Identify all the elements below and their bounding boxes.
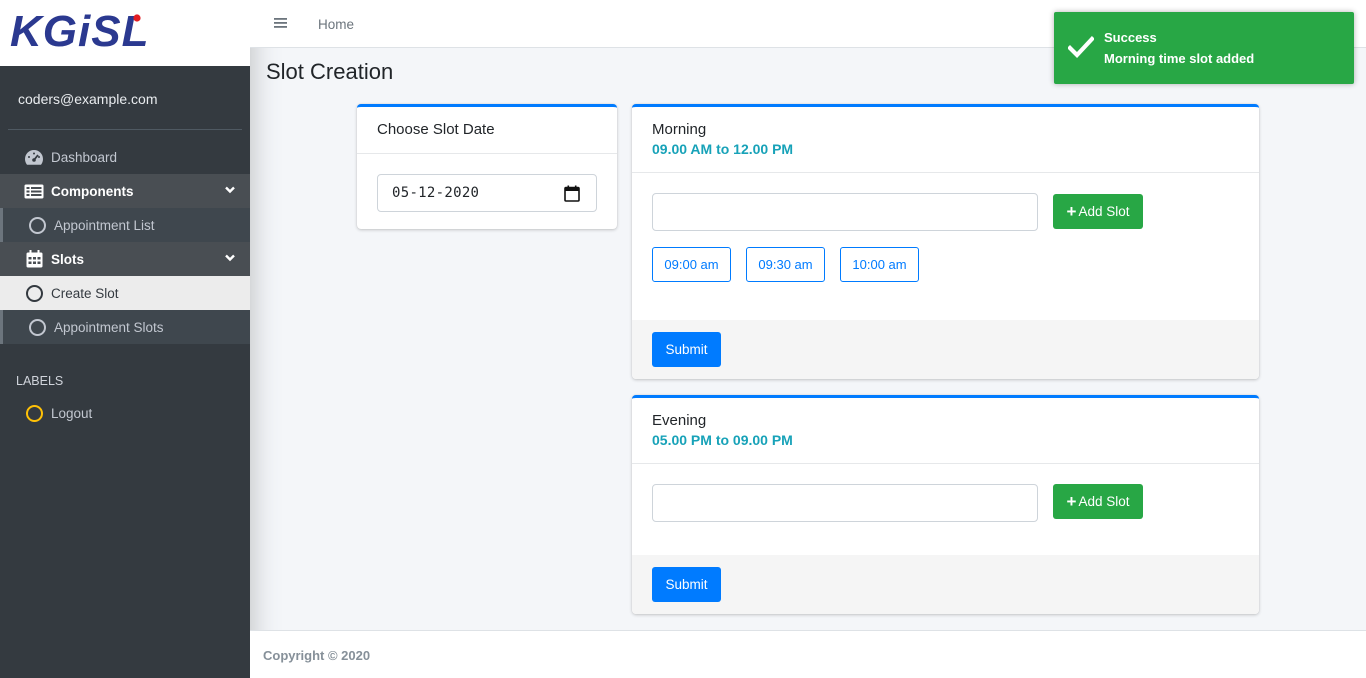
morning-submit-button[interactable]: Submit	[652, 332, 721, 367]
sidebar-item-appointment-list[interactable]: Appointment List	[0, 208, 250, 242]
add-morning-slot-button[interactable]: + Add Slot	[1053, 194, 1143, 229]
morning-slot-input[interactable]	[652, 193, 1038, 231]
evening-slot-input[interactable]	[652, 484, 1038, 522]
time-range: 09.00 AM to 12.00 PM	[652, 141, 794, 157]
sidebar-item-appointment-slots[interactable]: Appointment Slots	[0, 310, 250, 344]
add-slot-label: Add Slot	[1078, 494, 1130, 509]
sidebar-item-label: Appointment List	[54, 217, 155, 233]
sidebar-item-logout[interactable]: Logout	[0, 396, 250, 430]
add-slot-label: Add Slot	[1078, 204, 1130, 219]
sidebar-nav: Dashboard Components Appointment List Sl…	[0, 140, 250, 430]
footer: Copyright © 2020	[250, 630, 1366, 678]
calendar-icon	[24, 249, 44, 269]
sidebar-item-dashboard[interactable]: Dashboard	[0, 140, 250, 174]
card-title: Choose Slot Date	[377, 121, 495, 138]
card-footer: Submit	[632, 320, 1259, 379]
logo-text: KGiSL	[10, 12, 149, 52]
sidebar-item-slots[interactable]: Slots	[0, 242, 250, 276]
page-title: Slot Creation	[266, 59, 394, 84]
toast-message: Morning time slot added	[1104, 51, 1255, 66]
kgisl-logo: KGiSL	[10, 12, 149, 52]
time-slot-chip[interactable]: 09:30 am	[746, 247, 825, 282]
chevron-down-icon	[224, 251, 236, 266]
sidebar-item-label: Appointment Slots	[54, 319, 164, 335]
slot-date-input[interactable]: 05-12-2020	[377, 174, 597, 212]
time-slot-chip[interactable]: 09:00 am	[652, 247, 731, 282]
sidebar-item-create-slot[interactable]: Create Slot	[0, 276, 250, 310]
card-footer: Submit	[632, 555, 1259, 614]
card-header: Choose Slot Date	[357, 107, 617, 154]
sidebar-item-label: Logout	[51, 405, 93, 421]
circle-icon	[27, 215, 47, 235]
sidebar-item-label: Create Slot	[51, 285, 119, 301]
menu-icon[interactable]	[274, 16, 287, 34]
sidebar-item-label: Dashboard	[51, 149, 118, 165]
home-link[interactable]: Home	[318, 17, 354, 32]
user-email[interactable]: coders@example.com	[18, 91, 158, 107]
toast-title: Success	[1104, 30, 1157, 45]
circle-icon	[24, 283, 44, 303]
time-range: 05.00 PM to 09.00 PM	[652, 432, 793, 448]
plus-icon: +	[1066, 492, 1077, 511]
sidebar-item-label: Slots	[51, 251, 85, 267]
date-value: 05-12-2020	[392, 185, 480, 201]
date-card: Choose Slot Date 05-12-2020	[357, 104, 617, 229]
nav-section-header: LABELS	[16, 374, 64, 388]
time-slot-chip[interactable]: 10:00 am	[840, 247, 919, 282]
evening-card: Evening 05.00 PM to 09.00 PM + Add Slot …	[632, 395, 1259, 614]
evening-submit-button[interactable]: Submit	[652, 567, 721, 602]
copyright-text: Copyright © 2020	[263, 648, 371, 663]
sidebar-item-label: Components	[51, 183, 134, 199]
success-toast[interactable]: Success Morning time slot added	[1054, 12, 1354, 84]
dashboard-icon	[24, 147, 44, 167]
card-header: Morning 09.00 AM to 12.00 PM	[632, 107, 1259, 173]
sidebar-item-components[interactable]: Components	[0, 174, 250, 208]
add-evening-slot-button[interactable]: + Add Slot	[1053, 484, 1143, 519]
chevron-down-icon	[224, 183, 236, 198]
plus-icon: +	[1066, 202, 1077, 221]
card-header: Evening 05.00 PM to 09.00 PM	[632, 398, 1259, 464]
user-panel[interactable]: coders@example.com	[8, 66, 242, 130]
circle-icon	[27, 317, 47, 337]
morning-card: Morning 09.00 AM to 12.00 PM + Add Slot …	[632, 104, 1259, 379]
card-title: Morning	[652, 121, 707, 138]
logo-dot	[133, 14, 141, 22]
check-icon	[1067, 36, 1095, 63]
circle-icon	[24, 403, 44, 423]
table-icon	[24, 181, 44, 201]
card-title: Evening	[652, 412, 707, 429]
brand[interactable]: KGiSL	[0, 0, 250, 66]
sidebar: KGiSL coders@example.com Dashboard Compo…	[0, 0, 250, 678]
calendar-icon[interactable]	[564, 185, 580, 206]
